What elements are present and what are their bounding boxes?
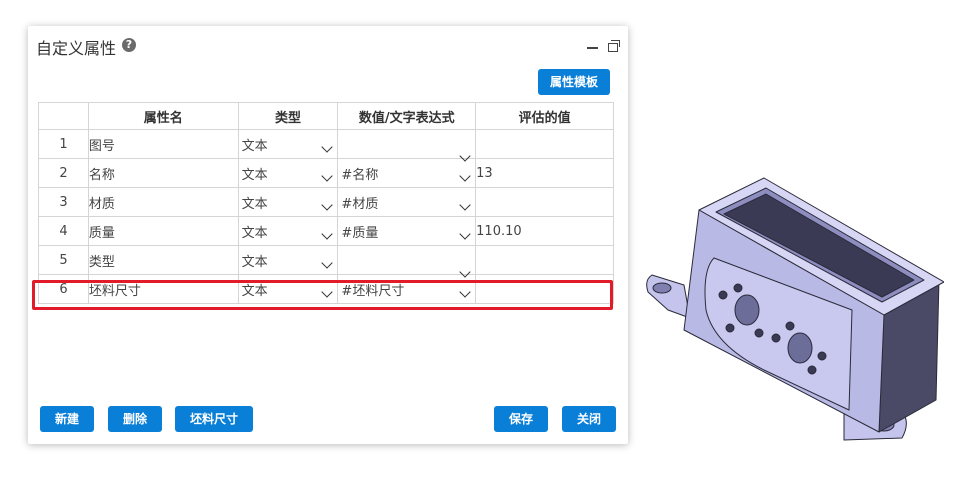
property-name-cell[interactable]: 类型 <box>87 245 239 275</box>
evaluated-value-cell <box>475 245 614 275</box>
expression-value: #质量 <box>341 225 379 241</box>
close-button[interactable]: 关闭 <box>562 406 616 432</box>
new-button[interactable]: 新建 <box>40 406 94 432</box>
type-value: 文本 <box>241 138 268 154</box>
table-row[interactable]: 4 质量 文本 #质量 110.10 <box>38 216 614 246</box>
chevron-down-icon[interactable] <box>321 140 334 153</box>
evaluated-value-cell <box>475 274 614 304</box>
type-select[interactable]: 文本 <box>237 216 339 246</box>
row-index: 6 <box>38 274 89 304</box>
chevron-down-icon[interactable] <box>459 227 471 240</box>
header-name: 属性名 <box>87 102 239 130</box>
chevron-down-icon[interactable] <box>321 198 334 211</box>
property-name-cell[interactable]: 坯料尺寸 <box>87 274 239 304</box>
row-index: 3 <box>38 187 89 217</box>
type-select[interactable]: 文本 <box>237 274 339 304</box>
table-row[interactable]: 1 图号 文本 <box>38 129 614 162</box>
row-index: 4 <box>38 216 89 246</box>
expression-select[interactable]: #坯料尺寸 <box>337 274 477 304</box>
header-type: 类型 <box>237 102 339 130</box>
chevron-down-icon[interactable] <box>459 198 471 211</box>
expression-select[interactable]: #质量 <box>337 216 477 246</box>
type-select[interactable]: 文本 <box>237 129 339 159</box>
table-row[interactable]: 5 类型 文本 <box>38 245 614 278</box>
type-select[interactable]: 文本 <box>237 187 339 217</box>
chevron-down-icon[interactable] <box>459 285 471 298</box>
blank-size-button[interactable]: 坯料尺寸 <box>175 406 253 432</box>
row-index: 5 <box>38 245 89 275</box>
chevron-down-icon[interactable] <box>459 169 471 182</box>
expression-value: #名称 <box>341 167 379 183</box>
save-button[interactable]: 保存 <box>494 406 548 432</box>
type-value: 文本 <box>241 196 268 212</box>
header-index <box>38 102 89 130</box>
minimize-icon[interactable] <box>586 46 598 49</box>
property-name-cell[interactable]: 名称 <box>87 158 239 188</box>
help-icon[interactable]: ? <box>122 38 136 52</box>
expression-select[interactable] <box>337 245 477 278</box>
window-controls <box>582 37 620 56</box>
type-value: 文本 <box>241 225 268 241</box>
type-select[interactable]: 文本 <box>237 158 339 188</box>
chevron-down-icon[interactable] <box>321 227 334 240</box>
table-row[interactable]: 3 材质 文本 #材质 <box>38 187 614 217</box>
expression-select[interactable] <box>337 129 477 162</box>
evaluated-value-cell <box>475 187 614 217</box>
chevron-down-icon[interactable] <box>321 285 334 298</box>
properties-table: 属性名 类型 数值/文字表达式 评估的值 1 图号 文本 2 名称 文本 #名称… <box>38 102 614 304</box>
property-name-cell[interactable]: 材质 <box>87 187 239 217</box>
row-index: 1 <box>38 129 89 159</box>
property-name-cell[interactable]: 质量 <box>87 216 239 246</box>
restore-icon[interactable] <box>608 40 620 52</box>
type-value: 文本 <box>241 167 268 183</box>
chevron-down-icon[interactable] <box>321 256 334 269</box>
property-template-button[interactable]: 属性模板 <box>538 69 611 95</box>
header-expression: 数值/文字表达式 <box>337 102 477 130</box>
cad-part-model <box>646 177 944 441</box>
chevron-down-icon[interactable] <box>321 169 334 182</box>
evaluated-value-cell: 110.10 <box>475 216 614 246</box>
row-index: 2 <box>38 158 89 188</box>
type-select[interactable]: 文本 <box>237 245 339 275</box>
table-row[interactable]: 2 名称 文本 #名称 13 <box>38 158 614 188</box>
table-row[interactable]: 6 坯料尺寸 文本 #坯料尺寸 <box>38 274 614 304</box>
type-value: 文本 <box>241 283 268 299</box>
evaluated-value-cell: 13 <box>475 158 614 188</box>
expression-value: #材质 <box>341 196 379 212</box>
evaluated-value-cell <box>475 129 614 159</box>
delete-button[interactable]: 删除 <box>108 406 162 432</box>
property-name-cell[interactable]: 图号 <box>87 129 239 159</box>
expression-value: #坯料尺寸 <box>341 283 405 299</box>
expression-select[interactable]: #材质 <box>337 187 477 217</box>
type-value: 文本 <box>241 254 268 270</box>
expression-select[interactable]: #名称 <box>337 158 477 188</box>
custom-properties-dialog: 自定义属性 ? 属性模板 属性名 类型 数值/文字表达式 评估的值 1 图号 文… <box>28 26 628 444</box>
dialog-title: 自定义属性 <box>36 39 117 58</box>
table-header-row: 属性名 类型 数值/文字表达式 评估的值 <box>38 102 614 130</box>
header-value: 评估的值 <box>475 102 614 130</box>
